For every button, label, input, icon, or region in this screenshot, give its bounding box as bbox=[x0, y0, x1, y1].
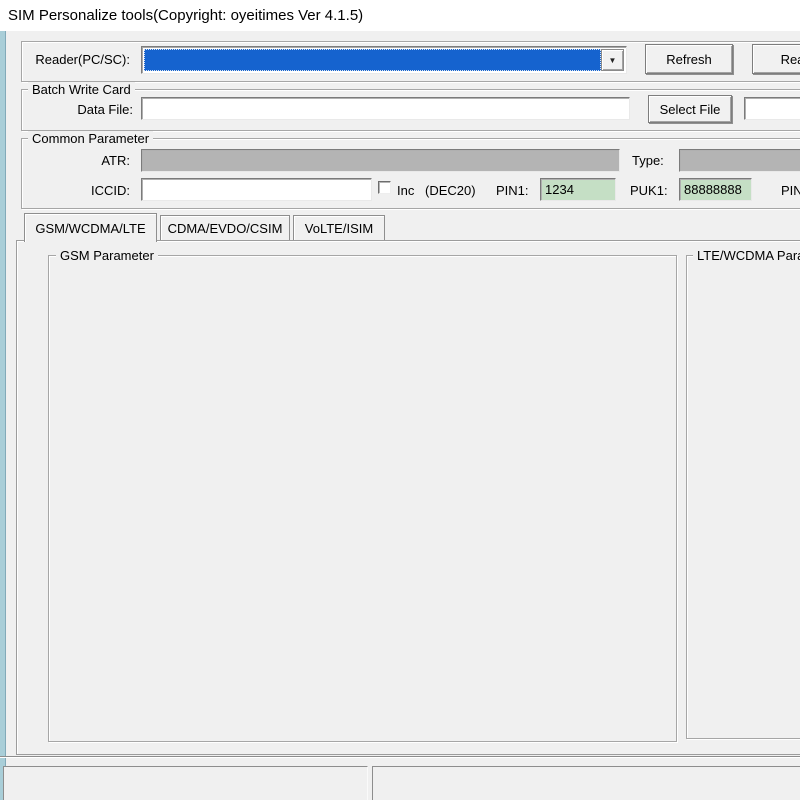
window-edge bbox=[0, 31, 6, 800]
data-file-input[interactable] bbox=[141, 97, 630, 120]
lte-parameter-group bbox=[686, 255, 800, 739]
common-parameter-group-label: Common Parameter bbox=[28, 131, 153, 146]
dropdown-arrow-icon[interactable]: ▼ bbox=[601, 49, 624, 71]
bottom-divider bbox=[0, 756, 800, 758]
tab-cdma-evdo-csim[interactable]: CDMA/EVDO/CSIM bbox=[160, 215, 290, 240]
type-label: Type: bbox=[632, 153, 664, 168]
iccid-inc-checkbox[interactable] bbox=[378, 181, 391, 194]
iccid-label: ICCID: bbox=[60, 183, 130, 198]
puk1-label: PUK1: bbox=[630, 183, 668, 198]
reader-combobox-selection[interactable] bbox=[144, 49, 601, 71]
read-card-button[interactable]: Read Card bbox=[752, 44, 800, 74]
atr-field bbox=[141, 149, 620, 172]
refresh-button[interactable]: Refresh bbox=[645, 44, 733, 74]
iccid-input[interactable] bbox=[141, 178, 372, 201]
pin2-label: PIN2: bbox=[781, 183, 800, 198]
title-bar: SIM Personalize tools(Copyright: oyeitim… bbox=[0, 0, 800, 31]
gsm-parameter-group-label: GSM Parameter bbox=[56, 248, 158, 263]
status-panel-left bbox=[3, 766, 368, 800]
type-field bbox=[679, 149, 800, 172]
select-file-button[interactable]: Select File bbox=[648, 95, 732, 123]
lte-parameter-group-label: LTE/WCDMA Parameter bbox=[693, 248, 800, 263]
app-window: SIM Personalize tools(Copyright: oyeitim… bbox=[0, 0, 800, 800]
tab-volte-isim[interactable]: VoLTE/ISIM bbox=[293, 215, 385, 240]
atr-label: ATR: bbox=[60, 153, 130, 168]
gsm-parameter-group bbox=[48, 255, 677, 742]
pin1-label: PIN1: bbox=[496, 183, 529, 198]
data-file-label: Data File: bbox=[53, 102, 133, 117]
iccid-inc-label: Inc bbox=[397, 183, 414, 198]
window-title: SIM Personalize tools(Copyright: oyeitim… bbox=[8, 7, 363, 24]
reader-combobox[interactable]: ▼ bbox=[141, 46, 627, 74]
pin1-input[interactable] bbox=[540, 178, 616, 201]
dec20-hint: (DEC20) bbox=[425, 183, 476, 198]
puk1-input[interactable] bbox=[679, 178, 752, 201]
batch-write-card-group-label: Batch Write Card bbox=[28, 82, 135, 97]
status-panel-right bbox=[372, 766, 800, 800]
reader-label: Reader(PC/SC): bbox=[30, 52, 130, 67]
tab-gsm-wcdma-lte[interactable]: GSM/WCDMA/LTE bbox=[24, 213, 157, 242]
batch-extra-input[interactable] bbox=[744, 97, 800, 120]
